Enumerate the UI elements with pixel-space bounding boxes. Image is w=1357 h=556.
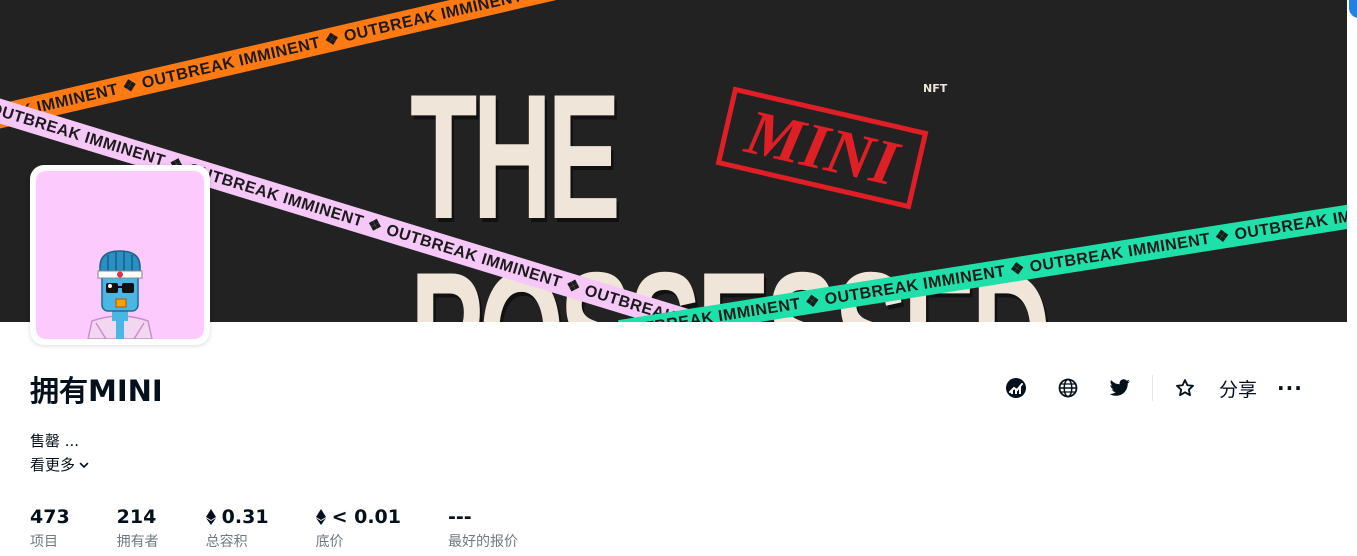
stat-label: 底价 [315, 534, 344, 550]
stat-best-offer[interactable]: --- 最好的报价 [448, 506, 518, 551]
twitter-icon [1109, 379, 1130, 396]
stat-value: < 0.01 [315, 506, 401, 528]
stat-label: 最好的报价 [447, 534, 518, 550]
collection-avatar [30, 165, 210, 345]
avatar-image [36, 171, 204, 339]
activity-button[interactable] [990, 368, 1042, 408]
stat-number: 214 [116, 506, 157, 528]
stat-label: 拥有者 [116, 534, 159, 550]
star-icon [1176, 379, 1194, 397]
stat-floor-price[interactable]: < 0.01 底价 [315, 506, 401, 551]
stat-value: 0.31 [205, 506, 269, 528]
stat-owners[interactable]: 214 拥有者 [117, 506, 159, 551]
activity-chart-icon [1006, 378, 1026, 398]
more-options-button[interactable]: ··· [1277, 376, 1303, 400]
chevron-down-icon [79, 462, 89, 468]
zombie-character-icon [87, 250, 153, 339]
stat-number: 0.31 [221, 506, 269, 528]
twitter-button[interactable] [1094, 368, 1146, 408]
globe-icon [1058, 378, 1078, 398]
stat-label: 项目 [30, 534, 58, 550]
share-button[interactable]: 分享 [1219, 375, 1257, 402]
corner-widget[interactable] [1349, 0, 1357, 18]
collection-stats: 473 项目 214 拥有者 0.31 总容积 < 0.01 底价 --- 最好… [30, 506, 565, 551]
see-more-link[interactable]: 看更多 [30, 454, 90, 475]
stat-value: 214 [117, 506, 159, 528]
see-more-label: 看更多 [30, 456, 76, 474]
website-button[interactable] [1042, 368, 1094, 408]
collection-title: 拥有MINI [30, 374, 163, 408]
banner-nft-mark: NFT [923, 82, 948, 95]
stat-items[interactable]: 473 项目 [30, 506, 70, 551]
stat-number: --- [447, 506, 472, 528]
stat-value: 473 [30, 506, 70, 528]
actions-divider [1152, 375, 1153, 401]
stat-value: --- [448, 506, 518, 528]
collection-description: 售罄 ... [30, 432, 80, 450]
stat-number: < 0.01 [331, 506, 401, 528]
stat-number: 473 [30, 506, 70, 528]
stat-label: 总容积 [205, 534, 248, 550]
eth-icon [205, 509, 216, 525]
collection-actions: 分享 ··· [990, 368, 1303, 408]
stat-total-volume[interactable]: 0.31 总容积 [205, 506, 269, 551]
eth-icon [315, 509, 326, 525]
favorite-button[interactable] [1159, 368, 1211, 408]
